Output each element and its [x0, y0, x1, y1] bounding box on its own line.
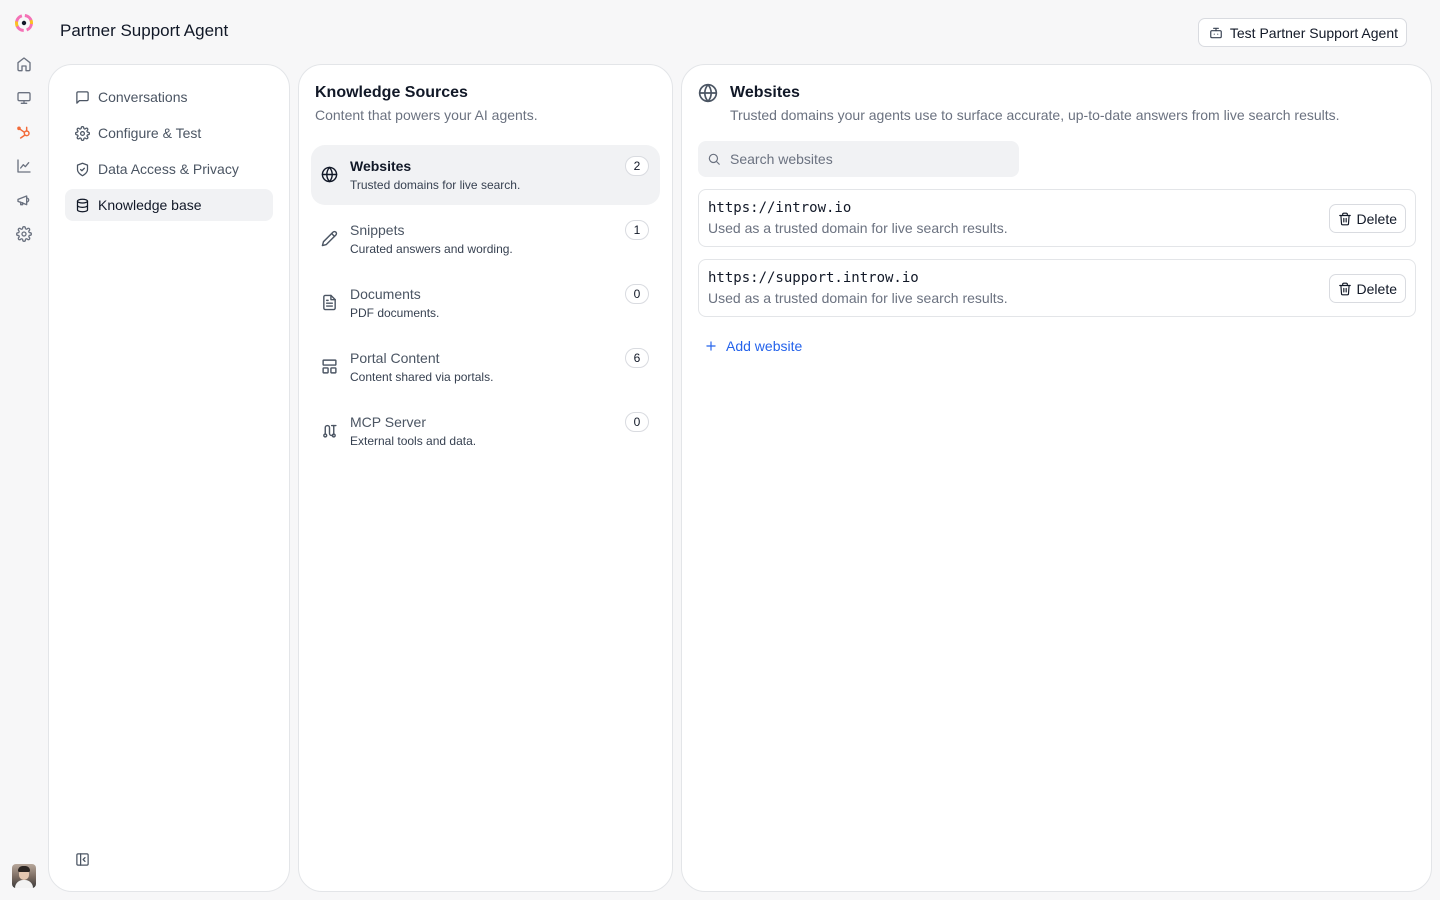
- websites-panel: Websites Trusted domains your agents use…: [681, 64, 1432, 892]
- test-agent-button-label: Test Partner Support Agent: [1229, 24, 1398, 41]
- source-item-websites[interactable]: Websites Trusted domains for live search…: [311, 145, 660, 205]
- plug-icon: [323, 424, 337, 438]
- file-text-icon: [323, 294, 336, 311]
- megaphone-icon[interactable]: [16, 192, 32, 208]
- source-count-badge: 6: [625, 348, 649, 368]
- website-description: Used as a trusted domain for live search…: [708, 290, 1008, 306]
- knowledge-sources-panel: Knowledge Sources Content that powers yo…: [298, 64, 673, 892]
- monitor-icon[interactable]: [16, 90, 32, 106]
- search-websites-input[interactable]: [730, 151, 1010, 167]
- database-icon: [76, 198, 89, 212]
- user-avatar[interactable]: [12, 864, 36, 888]
- source-description: Curated answers and wording.: [350, 242, 513, 256]
- pencil-icon: [321, 230, 338, 247]
- app-rail: [0, 0, 48, 900]
- globe-icon: [321, 166, 338, 183]
- source-item-mcp-server[interactable]: MCP Server External tools and data. 0: [311, 401, 660, 461]
- nav-item-label: Data Access & Privacy: [98, 161, 239, 177]
- source-name: Documents: [350, 286, 421, 302]
- source-item-portal-content[interactable]: Portal Content Content shared via portal…: [311, 337, 660, 397]
- delete-button-label: Delete: [1356, 280, 1397, 297]
- delete-website-button[interactable]: Delete: [1328, 274, 1406, 303]
- gear-icon: [75, 125, 90, 141]
- nav-item-label: Conversations: [98, 89, 188, 105]
- nav-item-label: Knowledge base: [98, 197, 202, 213]
- add-website-button[interactable]: Add website: [704, 338, 802, 354]
- source-name: Portal Content: [350, 350, 440, 366]
- source-name: Snippets: [350, 222, 405, 238]
- nav-item-label: Configure & Test: [98, 125, 202, 141]
- avatar-hair: [18, 866, 30, 872]
- hubspot-icon[interactable]: [16, 124, 32, 140]
- source-description: Trusted domains for live search.: [350, 178, 521, 192]
- source-item-documents[interactable]: Documents PDF documents. 0: [311, 273, 660, 333]
- source-description: External tools and data.: [350, 434, 477, 448]
- source-count-badge: 0: [625, 284, 649, 304]
- globe-icon: [698, 83, 718, 103]
- search-icon: [708, 153, 720, 165]
- website-description: Used as a trusted domain for live search…: [708, 220, 1008, 236]
- source-item-snippets[interactable]: Snippets Curated answers and wording. 1: [311, 209, 660, 269]
- trash-icon: [1338, 212, 1351, 225]
- nav-item-data-access-privacy[interactable]: Data Access & Privacy: [65, 153, 273, 185]
- settings-icon[interactable]: [16, 226, 32, 242]
- source-description: PDF documents.: [350, 306, 440, 320]
- websites-title: Websites: [730, 84, 800, 101]
- test-agent-button[interactable]: Test Partner Support Agent: [1197, 18, 1407, 47]
- app-logo[interactable]: [13, 12, 35, 34]
- source-name: Websites: [350, 158, 412, 174]
- website-url: https://support.introw.io: [708, 270, 919, 286]
- website-row: https://support.introw.io Used as a trus…: [698, 259, 1416, 317]
- layout-icon: [322, 359, 337, 374]
- source-count-badge: 0: [625, 412, 649, 432]
- source-count-badge: 1: [625, 220, 649, 240]
- source-name: MCP Server: [350, 414, 426, 430]
- agent-nav-panel: Conversations Configure & Test Data Acce…: [48, 64, 290, 892]
- message-square-icon: [76, 90, 89, 104]
- knowledge-sources-subtitle: Content that powers your AI agents.: [315, 107, 538, 123]
- nav-item-conversations[interactable]: Conversations: [65, 81, 273, 113]
- nav-item-configure-test[interactable]: Configure & Test: [65, 117, 273, 149]
- chart-icon[interactable]: [16, 158, 32, 174]
- websites-subtitle: Trusted domains your agents use to surfa…: [730, 107, 1340, 123]
- home-icon[interactable]: [16, 56, 32, 72]
- trash-icon: [1338, 282, 1351, 295]
- page-title: Partner Support Agent: [60, 21, 229, 40]
- knowledge-sources-title: Knowledge Sources: [315, 84, 468, 101]
- panel-collapse-icon[interactable]: [75, 852, 90, 867]
- website-url: https://introw.io: [708, 200, 852, 216]
- plus-icon: [706, 341, 716, 351]
- delete-website-button[interactable]: Delete: [1328, 204, 1406, 233]
- search-websites-field: [698, 141, 1019, 177]
- source-count-badge: 2: [625, 156, 649, 176]
- shield-check-icon: [76, 162, 89, 176]
- nav-item-knowledge-base[interactable]: Knowledge base: [65, 189, 273, 221]
- delete-button-label: Delete: [1356, 210, 1397, 227]
- avatar-body: [15, 880, 33, 888]
- bot-icon: [1210, 27, 1222, 38]
- website-row: https://introw.io Used as a trusted doma…: [698, 189, 1416, 247]
- add-website-label: Add website: [726, 338, 803, 354]
- source-description: Content shared via portals.: [350, 370, 494, 384]
